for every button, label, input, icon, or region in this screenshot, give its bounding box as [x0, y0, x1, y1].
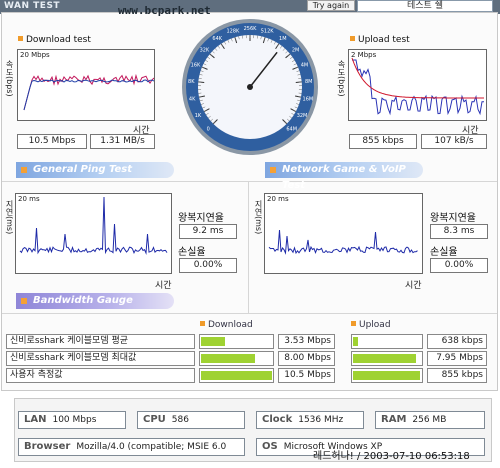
gauge-hub	[247, 84, 253, 90]
upload-bar	[351, 351, 423, 366]
bandwidth-row-label: 사용자 측정값	[6, 368, 195, 383]
section-marker-icon	[18, 36, 23, 41]
download-value: 10.5 Mbps	[278, 368, 335, 383]
download-bar-fill	[201, 354, 255, 363]
ping-loss-value: 0.00%	[179, 258, 237, 273]
download-bar-fill	[201, 371, 272, 380]
game-graph-plot	[268, 229, 418, 255]
bandwidth-download-header: Download	[200, 320, 253, 330]
download-value: 3.53 Mbps	[278, 334, 335, 349]
game-rtt-label: 왕복지연율	[430, 213, 476, 224]
ping-axis-label: 지연(ms)	[5, 200, 14, 235]
band-marker-icon	[21, 167, 27, 173]
download-speed-Bps: 1.31 MB/s	[90, 134, 155, 149]
download-bar	[199, 351, 274, 366]
ping-rtt-value: 9.2 ms	[179, 224, 237, 239]
download-test-label: Download test	[18, 35, 91, 45]
download-bar	[199, 334, 274, 349]
gauge-tick-label: 16K	[191, 62, 201, 68]
download-graph-plot	[23, 73, 154, 111]
bandwidth-row-label: 신비로sshark 케이블모뎀 평균	[6, 334, 195, 349]
bandwidth-row-label: 신비로sshark 케이블모뎀 최대값	[6, 351, 195, 366]
game-voip-band: Network Game & VoIP Test	[265, 162, 423, 191]
ping-latency-line	[19, 196, 168, 255]
download-bar-fill	[201, 337, 226, 346]
upload-graph: 2 Mbps	[348, 49, 487, 121]
upload-value: 855 kbps	[427, 368, 487, 383]
band-marker-icon	[270, 167, 276, 173]
try-again-button[interactable]: Try again	[307, 0, 355, 11]
game-rtt-value: 8.3 ms	[430, 224, 488, 239]
gauge-tick-label: 128K	[226, 29, 240, 35]
ping-rtt-label: 왕복지연율	[178, 213, 224, 224]
divider	[2, 313, 497, 314]
ping-graph: 20 ms	[15, 193, 172, 274]
gauge-tick-label: 1K	[195, 113, 202, 119]
ram-info: RAM 256 MB	[375, 411, 485, 429]
gauge-tick-label: 64K	[212, 36, 222, 42]
download-speed-bps: 10.5 Mbps	[17, 134, 87, 149]
upload-bar	[351, 334, 423, 349]
upload-bar-fill	[353, 337, 358, 346]
gauge-tick-label: 1M	[279, 36, 287, 42]
upload-test-label: Upload test	[350, 35, 410, 45]
section-marker-icon	[351, 321, 356, 326]
general-ping-band: General Ping Test	[16, 162, 174, 178]
download-graph: 20 Mbps	[17, 49, 155, 121]
download-value: 8.00 Mbps	[278, 351, 335, 366]
gauge-tick-label: 256K	[244, 26, 258, 32]
game-time-label: 시간	[405, 281, 422, 291]
watermark: www.bcpark.net	[118, 4, 211, 17]
upload-bar-fill	[353, 371, 420, 380]
lan-info: LAN 100 Mbps	[18, 411, 126, 429]
upload-speed-bps: 855 kbps	[349, 134, 417, 149]
browser-info: Browser Mozilla/4.0 (compatible; MSIE 6.0	[18, 438, 245, 456]
ping-loss-label: 손실율	[178, 247, 206, 258]
upload-bar-fill	[353, 354, 416, 363]
gauge-tick-label: 512K	[261, 29, 275, 35]
gauge-tick-label: 8M	[305, 79, 313, 85]
window-title: WAN TEST	[4, 1, 61, 11]
section-marker-icon	[200, 321, 205, 326]
download-bar	[199, 368, 274, 383]
game-axis-label: 지연(ms)	[254, 200, 263, 235]
test-datestamp: 레드허나! / 2003-07-10 06:53:18	[313, 451, 470, 462]
gauge-tick-label: 32K	[200, 48, 210, 54]
upload-speed-line	[352, 59, 484, 116]
game-latency-line	[268, 229, 418, 255]
section-marker-icon	[350, 36, 355, 41]
upload-bar	[351, 368, 423, 383]
game-graph: 20 ms	[264, 193, 423, 274]
gauge-tick-label: 0	[207, 127, 210, 133]
divider	[2, 181, 497, 182]
ping-time-label: 시간	[155, 281, 172, 291]
ping-graph-plot	[19, 196, 168, 255]
cpu-info: CPU 586	[137, 411, 245, 429]
upload-axis-label: 속도(bps)	[337, 60, 346, 97]
gauge-tick-label: 16M	[303, 97, 314, 103]
gauge-tick-label: 4M	[301, 62, 309, 68]
band-marker-icon	[21, 298, 27, 304]
gauge-tick-label: 2M	[292, 48, 300, 54]
upload-value: 638 kbps	[427, 334, 487, 349]
download-average-line	[23, 79, 154, 111]
gauge-tick-label: 4K	[189, 97, 196, 103]
gauge-tick-label: 64M	[286, 127, 297, 133]
gauge-tick-label: 8K	[188, 79, 195, 85]
gauge-tick-label: 32M	[297, 113, 308, 119]
speed-gauge: 0 1K 4K 8K 16K 32K64K 128K 256K 512K 1M 2M 4M 8M 16M 3…	[182, 19, 318, 155]
divider	[248, 182, 249, 313]
clock-info: Clock 1536 MHz	[256, 411, 364, 429]
game-loss-value: 0.00%	[430, 258, 488, 273]
bandwidth-gauge-band: Bandwidth Gauge	[16, 293, 174, 309]
test-title-field: 테스트 쉘	[357, 0, 493, 12]
download-axis-label: 속도(bps)	[5, 60, 14, 97]
game-loss-label: 손실율	[430, 247, 458, 258]
bandwidth-upload-header: Upload	[351, 320, 391, 330]
upload-speed-Bps: 107 kB/s	[421, 134, 487, 149]
upload-value: 7.95 Mbps	[427, 351, 487, 366]
upload-graph-plot	[351, 57, 484, 116]
